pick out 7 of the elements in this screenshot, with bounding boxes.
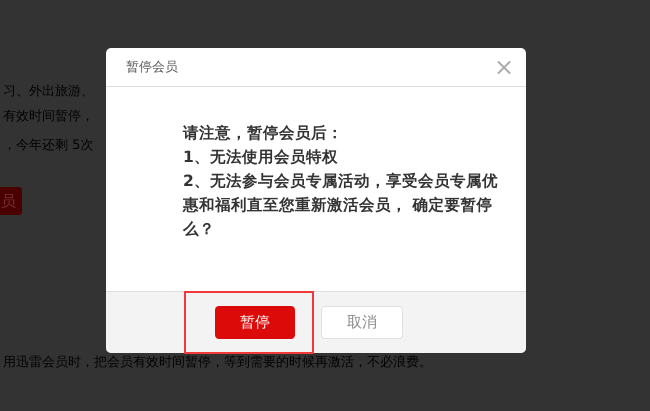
message-text: 请注意，暂停会员后：: [183, 123, 344, 144]
message-text: 2、无法参与会员专属活动，享受会员专属优惠和福利直至您重新激活会员， 确定要暂停么？: [183, 171, 499, 240]
cancel-button[interactable]: 取消: [321, 306, 403, 339]
close-button[interactable]: ×: [494, 50, 514, 84]
message-text: 1、无法使用会员特权: [183, 147, 339, 168]
dialog-title: 暂停会员: [126, 59, 178, 76]
pause-button[interactable]: 暂停: [215, 306, 295, 339]
